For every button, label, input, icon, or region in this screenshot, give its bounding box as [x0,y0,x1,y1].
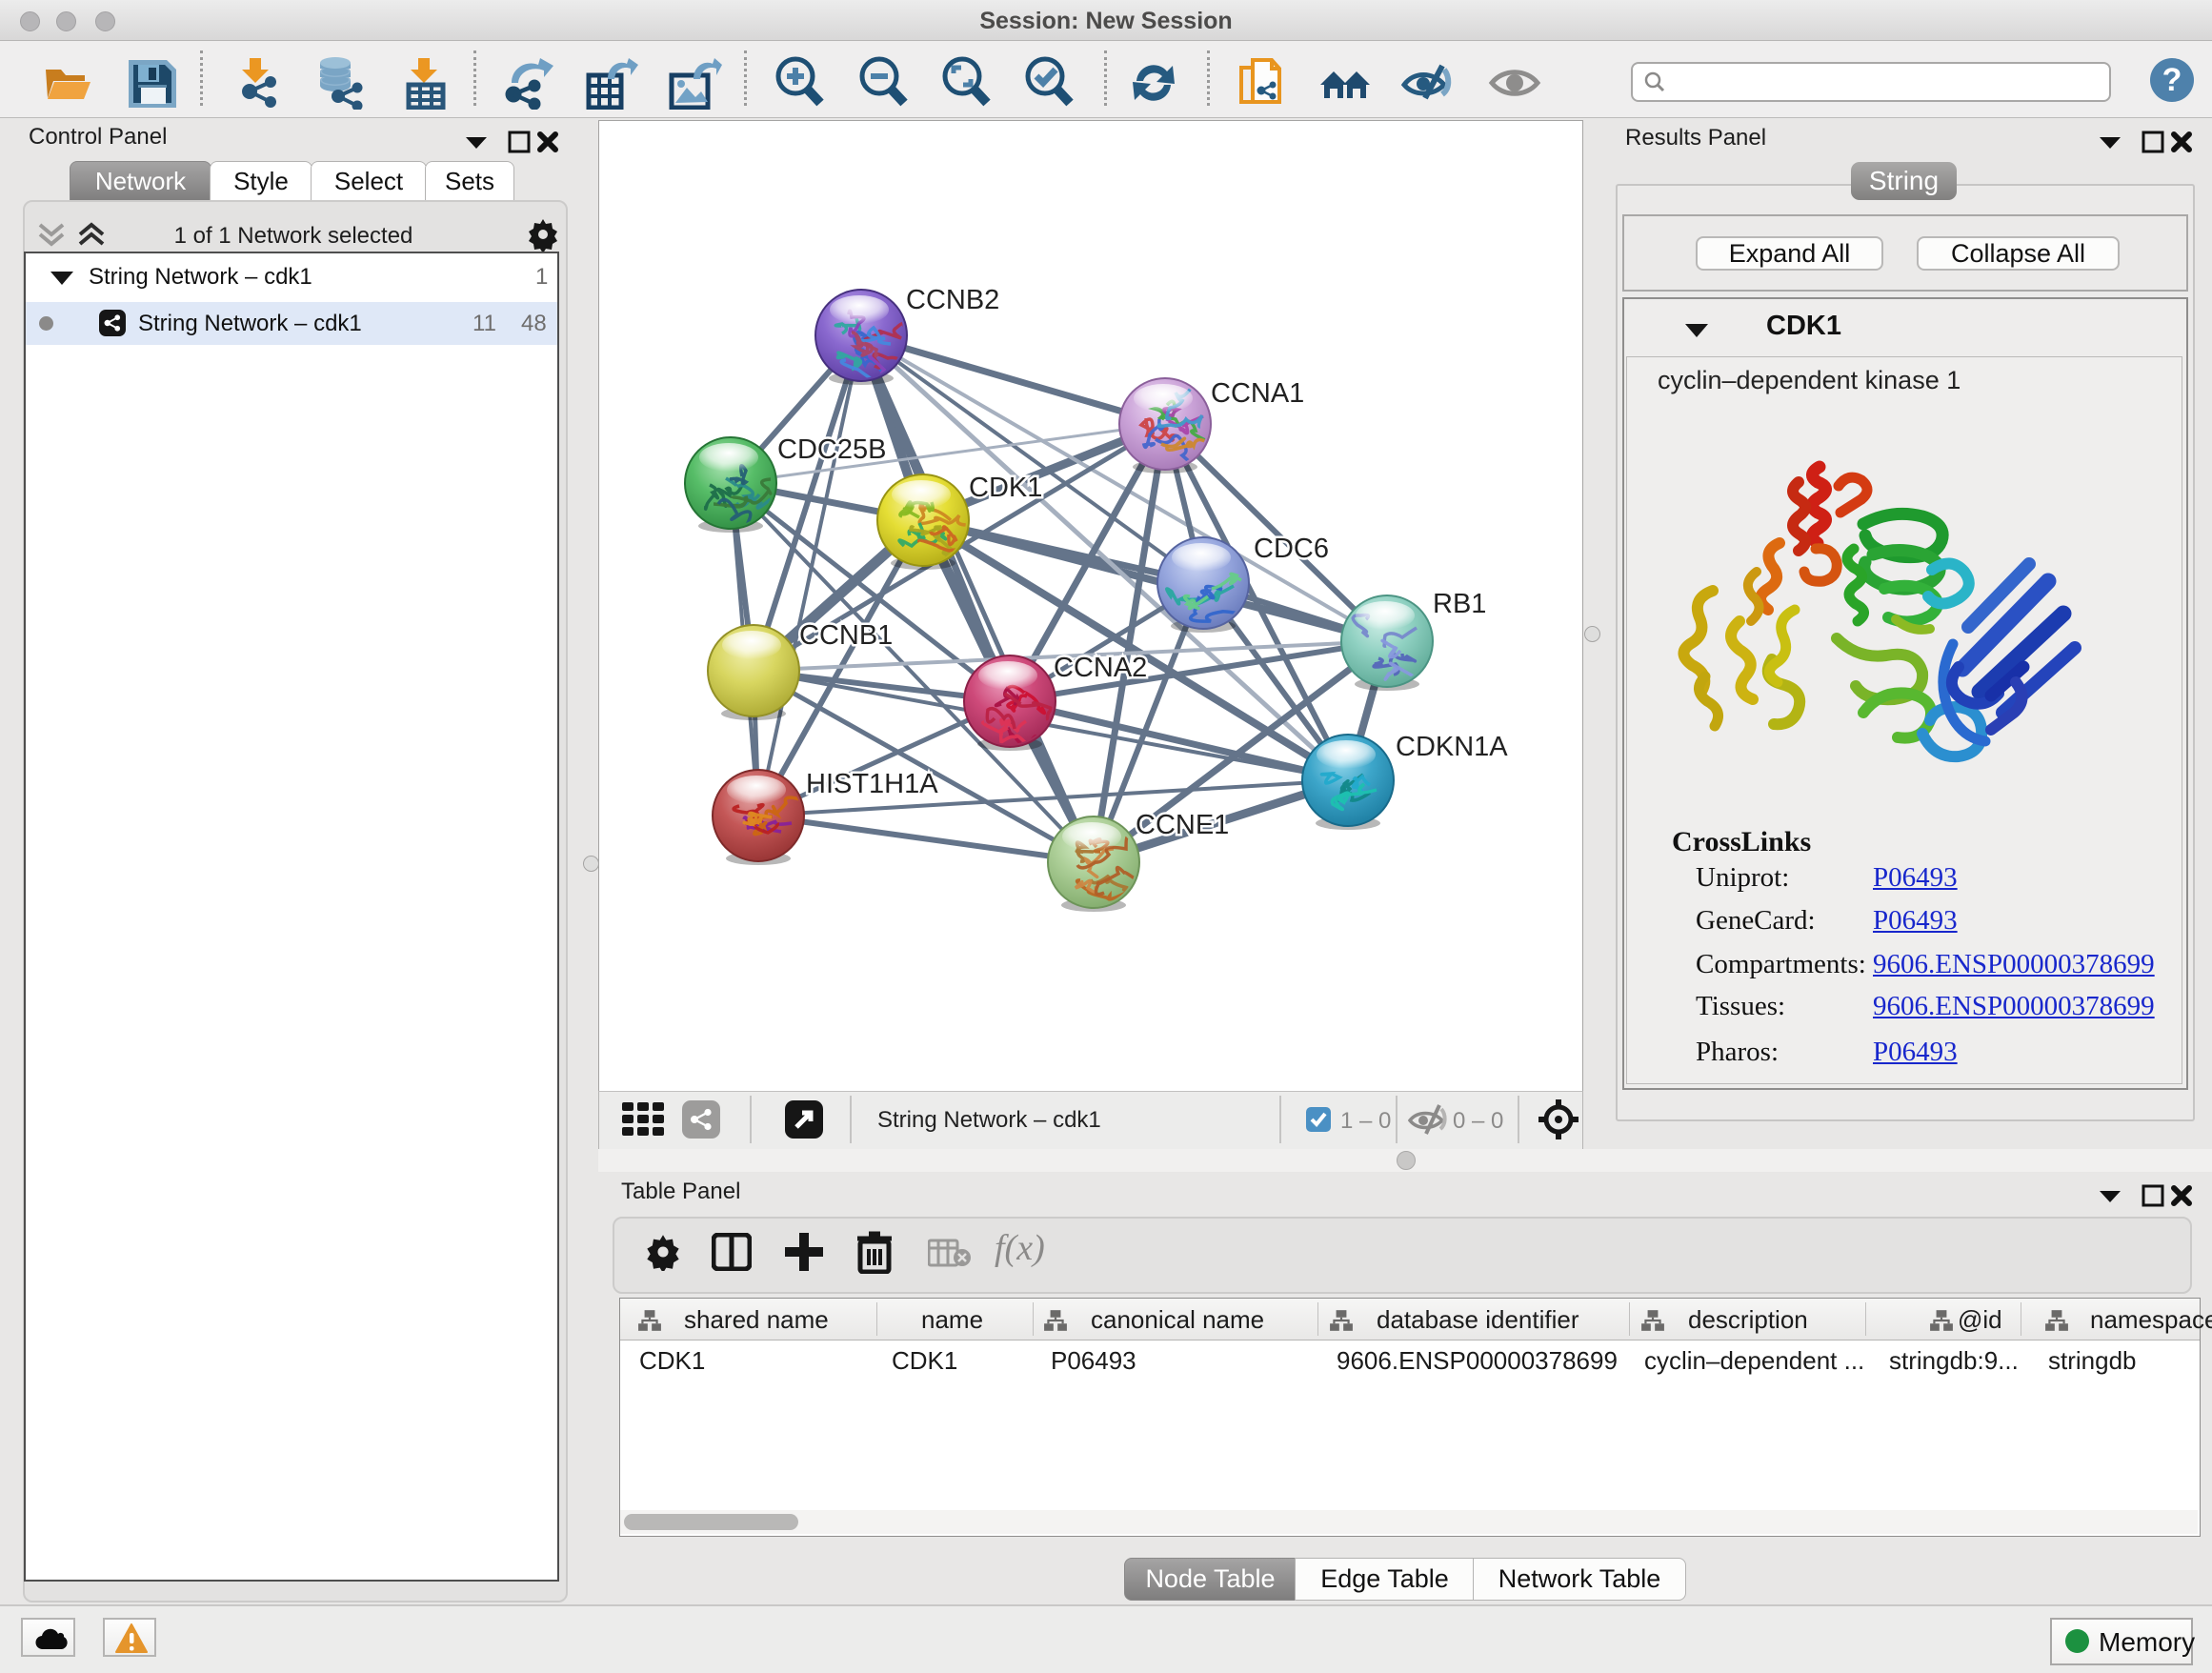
svg-text:HIST1H1A: HIST1H1A [806,769,938,799]
svg-text:CCNB1: CCNB1 [799,620,893,651]
svg-text:CDKN1A: CDKN1A [1396,732,1508,762]
svg-text:RB1: RB1 [1433,589,1486,619]
svg-text:CCNA1: CCNA1 [1211,378,1304,409]
svg-text:CCNA2: CCNA2 [1054,653,1147,683]
svg-text:CCNB2: CCNB2 [906,285,999,315]
svg-text:CDC6: CDC6 [1254,534,1329,564]
svg-text:CDC25B: CDC25B [777,434,886,465]
svg-text:CCNE1: CCNE1 [1136,810,1229,840]
svg-text:CDK1: CDK1 [969,473,1042,503]
